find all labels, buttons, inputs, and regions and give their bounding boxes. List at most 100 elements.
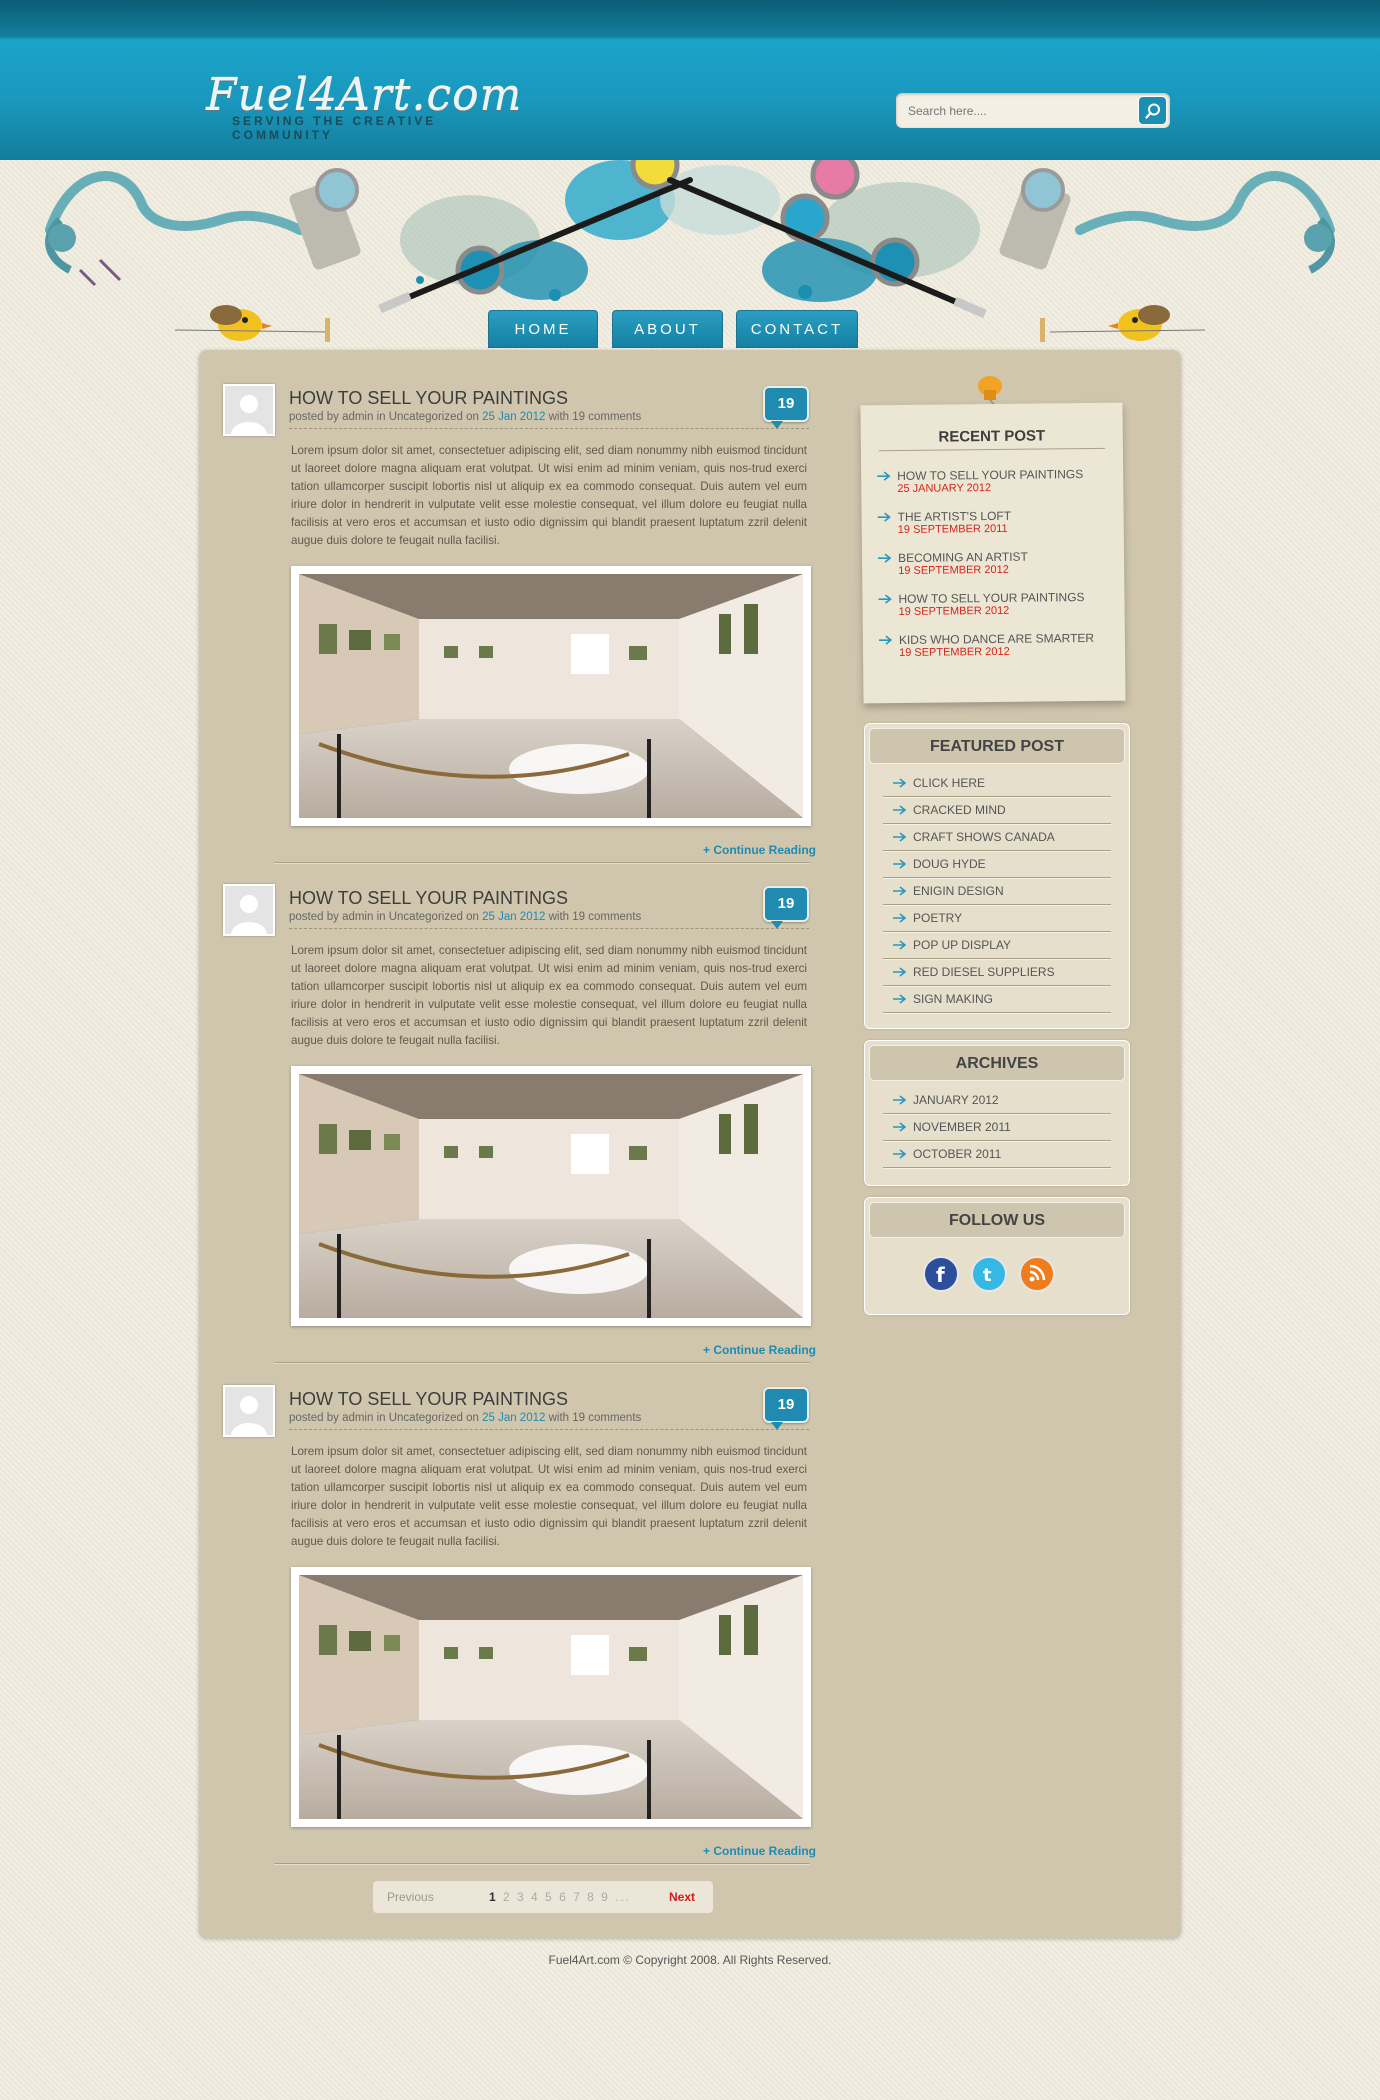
next-page-link[interactable]: Next — [669, 1890, 695, 1904]
facebook-icon[interactable]: f — [923, 1256, 959, 1292]
featured-post-item[interactable]: CRACKED MIND — [883, 797, 1111, 824]
rss-icon[interactable] — [1019, 1256, 1055, 1292]
featured-post-item[interactable]: CLICK HERE — [883, 770, 1111, 797]
recent-post-title[interactable]: HOW TO SELL YOUR PAINTINGS — [898, 590, 1093, 606]
comment-count-badge[interactable]: 19 — [763, 1387, 809, 1430]
arrow-right-icon — [893, 1122, 907, 1132]
featured-post-item[interactable]: POETRY — [883, 905, 1111, 932]
arrow-right-icon — [893, 778, 907, 788]
divider — [878, 447, 1105, 452]
featured-post-item[interactable]: SIGN MAKING — [883, 986, 1111, 1013]
arrow-right-icon — [893, 832, 907, 842]
post-excerpt: Lorem ipsum dolor sit amet, consectetuer… — [291, 444, 807, 547]
post-divider — [274, 1362, 810, 1363]
continue-reading-link[interactable]: + Continue Reading — [703, 843, 816, 857]
featured-post-label[interactable]: POETRY — [913, 911, 962, 925]
page-links[interactable]: 2 3 4 5 6 7 8 9 ... — [503, 1890, 631, 1904]
post-title[interactable]: HOW TO SELL YOUR PAINTINGS — [289, 1389, 568, 1410]
archive-label[interactable]: OCTOBER 2011 — [913, 1147, 1001, 1161]
post-divider — [274, 862, 810, 863]
archive-item[interactable]: OCTOBER 2011 — [883, 1141, 1111, 1168]
featured-post-label[interactable]: DOUG HYDE — [913, 857, 986, 871]
arrow-right-icon — [877, 471, 891, 481]
post-image[interactable] — [291, 566, 811, 826]
post-date[interactable]: 25 Jan 2012 — [482, 1412, 545, 1424]
search-button[interactable] — [1138, 96, 1167, 125]
post-divider — [274, 1863, 810, 1864]
featured-post-label[interactable]: SIGN MAKING — [913, 992, 993, 1006]
svg-text:f: f — [936, 1263, 945, 1287]
author-avatar — [223, 384, 275, 436]
gallery-photo — [299, 1074, 803, 1318]
user-placeholder-icon — [225, 886, 273, 934]
comment-count-badge[interactable]: 19 — [763, 886, 809, 929]
featured-post-item[interactable]: POP UP DISPLAY — [883, 932, 1111, 959]
recent-post-heading: RECENT POST — [938, 427, 1046, 446]
left-dragon-illustration — [45, 171, 305, 287]
arrow-right-icon — [877, 512, 891, 522]
recent-post-date: 19 SEPTEMBER 2012 — [898, 604, 1010, 618]
featured-post-item[interactable]: RED DIESEL SUPPLIERS — [883, 959, 1111, 986]
nav-about[interactable]: ABOUT — [612, 310, 723, 348]
featured-post-label[interactable]: CRAFT SHOWS CANADA — [913, 830, 1055, 844]
arrow-right-icon — [893, 805, 907, 815]
post-title[interactable]: HOW TO SELL YOUR PAINTINGS — [289, 388, 568, 409]
author-avatar — [223, 1385, 275, 1437]
post-image[interactable] — [291, 1567, 811, 1827]
nav-contact[interactable]: CONTACT — [736, 310, 858, 348]
previous-page-link[interactable]: Previous — [387, 1890, 434, 1904]
continue-reading-link[interactable]: + Continue Reading — [703, 1343, 816, 1357]
featured-post-item[interactable]: ENIGIN DESIGN — [883, 878, 1111, 905]
site-logo[interactable]: Fuel4Art.com SERVING THE CREATIVE COMMUN… — [206, 70, 523, 143]
follow-us-widget: FOLLOW US f t — [864, 1197, 1130, 1315]
arrow-right-icon — [893, 886, 907, 896]
archive-label[interactable]: NOVEMBER 2011 — [913, 1120, 1011, 1134]
recent-post-item[interactable]: BECOMING AN ARTIST 19 SEPTEMBER 2012 — [878, 549, 1094, 592]
twitter-icon[interactable]: t — [971, 1256, 1007, 1292]
arrow-right-icon — [893, 913, 907, 923]
logo-title: Fuel4Art.com — [206, 70, 523, 121]
archive-label[interactable]: JANUARY 2012 — [913, 1093, 999, 1107]
arrow-right-icon — [893, 1095, 907, 1105]
current-page[interactable]: 1 — [489, 1890, 498, 1904]
recent-post-date: 19 SEPTEMBER 2012 — [898, 645, 1010, 659]
recent-post-title[interactable]: HOW TO SELL YOUR PAINTINGS — [897, 467, 1092, 483]
featured-post-item[interactable]: DOUG HYDE — [883, 851, 1111, 878]
user-placeholder-icon — [225, 386, 273, 434]
archives-heading: ARCHIVES — [869, 1045, 1125, 1081]
arrow-right-icon — [893, 1149, 907, 1159]
post-date[interactable]: 25 Jan 2012 — [482, 411, 545, 423]
divider — [289, 1429, 809, 1430]
meta-prefix: posted by admin in Uncategorized on — [289, 411, 479, 423]
search-input[interactable] — [896, 93, 1126, 128]
featured-post-label[interactable]: CLICK HERE — [913, 776, 985, 790]
archive-item[interactable]: NOVEMBER 2011 — [883, 1114, 1111, 1141]
author-avatar — [223, 884, 275, 936]
featured-post-item[interactable]: CRAFT SHOWS CANADA — [883, 824, 1111, 851]
featured-post-label[interactable]: RED DIESEL SUPPLIERS — [913, 965, 1055, 979]
featured-post-label[interactable]: CRACKED MIND — [913, 803, 1006, 817]
recent-post-item[interactable]: THE ARTIST'S LOFT 19 SEPTEMBER 2011 — [877, 508, 1094, 551]
post-image[interactable] — [291, 1066, 811, 1326]
post-date[interactable]: 25 Jan 2012 — [482, 911, 545, 923]
featured-post-heading: FEATURED POST — [869, 728, 1125, 764]
recent-post-item[interactable]: HOW TO SELL YOUR PAINTINGS 25 JANUARY 20… — [877, 467, 1093, 510]
page-numbers: 1 2 3 4 5 6 7 8 9 ... — [489, 1890, 631, 1904]
arrow-right-icon — [893, 859, 907, 869]
divider — [289, 428, 809, 429]
archive-item[interactable]: JANUARY 2012 — [883, 1087, 1111, 1114]
featured-post-label[interactable]: ENIGIN DESIGN — [913, 884, 1004, 898]
post-title[interactable]: HOW TO SELL YOUR PAINTINGS — [289, 888, 568, 909]
search-icon — [1145, 103, 1160, 119]
nav-home[interactable]: HOME — [488, 310, 598, 348]
recent-post-item[interactable]: KIDS WHO DANCE ARE SMARTER 19 SEPTEMBER … — [878, 631, 1095, 674]
meta-prefix: posted by admin in Uncategorized on — [289, 1412, 479, 1424]
continue-reading-link[interactable]: + Continue Reading — [703, 1844, 816, 1858]
divider — [289, 928, 809, 929]
featured-post-label[interactable]: POP UP DISPLAY — [913, 938, 1011, 952]
arrow-right-icon — [878, 594, 892, 604]
comment-count-badge[interactable]: 19 — [763, 386, 809, 429]
recent-post-title[interactable]: KIDS WHO DANCE ARE SMARTER — [899, 631, 1094, 647]
follow-us-heading: FOLLOW US — [869, 1202, 1125, 1238]
recent-post-item[interactable]: HOW TO SELL YOUR PAINTINGS 19 SEPTEMBER … — [878, 590, 1094, 633]
